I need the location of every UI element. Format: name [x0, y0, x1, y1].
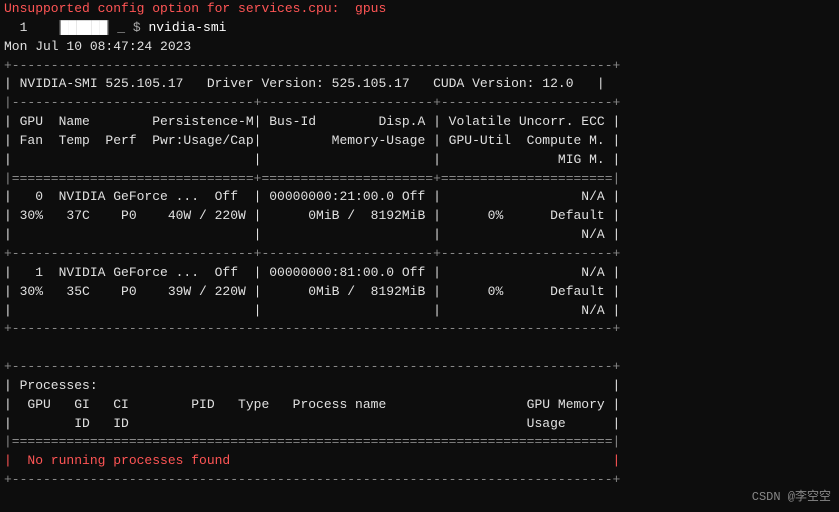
empty-line	[0, 339, 839, 358]
border-1: +---------------------------------------…	[0, 57, 839, 76]
gpu1-row2: | 30% 35C P0 39W / 220W | 0MiB / 8192MiB…	[0, 283, 839, 302]
border-7: |=======================================…	[0, 433, 839, 452]
watermark-text: CSDN @李空空	[752, 487, 831, 504]
terminal-window: Unsupported config option for services.c…	[0, 0, 839, 512]
col-header-2: | Fan Temp Perf Pwr:Usage/Cap| Memory-Us…	[0, 132, 839, 151]
border-4: +-------------------------------+-------…	[0, 245, 839, 264]
no-processes-line: | No running processes found |	[0, 452, 839, 471]
unsupported-line: Unsupported config option for services.c…	[0, 0, 839, 19]
border-5: +---------------------------------------…	[0, 320, 839, 339]
gpu1-row3: | | | N/A |	[0, 302, 839, 321]
prompt-line: 1 ██████ _ $ nvidia-smi	[0, 19, 839, 38]
border-8: +---------------------------------------…	[0, 471, 839, 490]
col-header-1: | GPU Name Persistence-M| Bus-Id Disp.A …	[0, 113, 839, 132]
proc-header-line: | Processes: |	[0, 377, 839, 396]
proc-col-2: | ID ID Usage |	[0, 415, 839, 434]
gpu0-row1: | 0 NVIDIA GeForce ... Off | 00000000:21…	[0, 188, 839, 207]
gpu1-row1: | 1 NVIDIA GeForce ... Off | 00000000:81…	[0, 264, 839, 283]
smi-header-line: | NVIDIA-SMI 525.105.17 Driver Version: …	[0, 75, 839, 94]
border-3: |===============================+=======…	[0, 170, 839, 189]
border-6: +---------------------------------------…	[0, 358, 839, 377]
border-2: |-------------------------------+-------…	[0, 94, 839, 113]
col-header-3: | | | MIG M. |	[0, 151, 839, 170]
gpu0-row2: | 30% 37C P0 40W / 220W | 0MiB / 8192MiB…	[0, 207, 839, 226]
proc-col-1: | GPU GI CI PID Type Process name GPU Me…	[0, 396, 839, 415]
date-line: Mon Jul 10 08:47:24 2023	[0, 38, 839, 57]
gpu0-row3: | | | N/A |	[0, 226, 839, 245]
